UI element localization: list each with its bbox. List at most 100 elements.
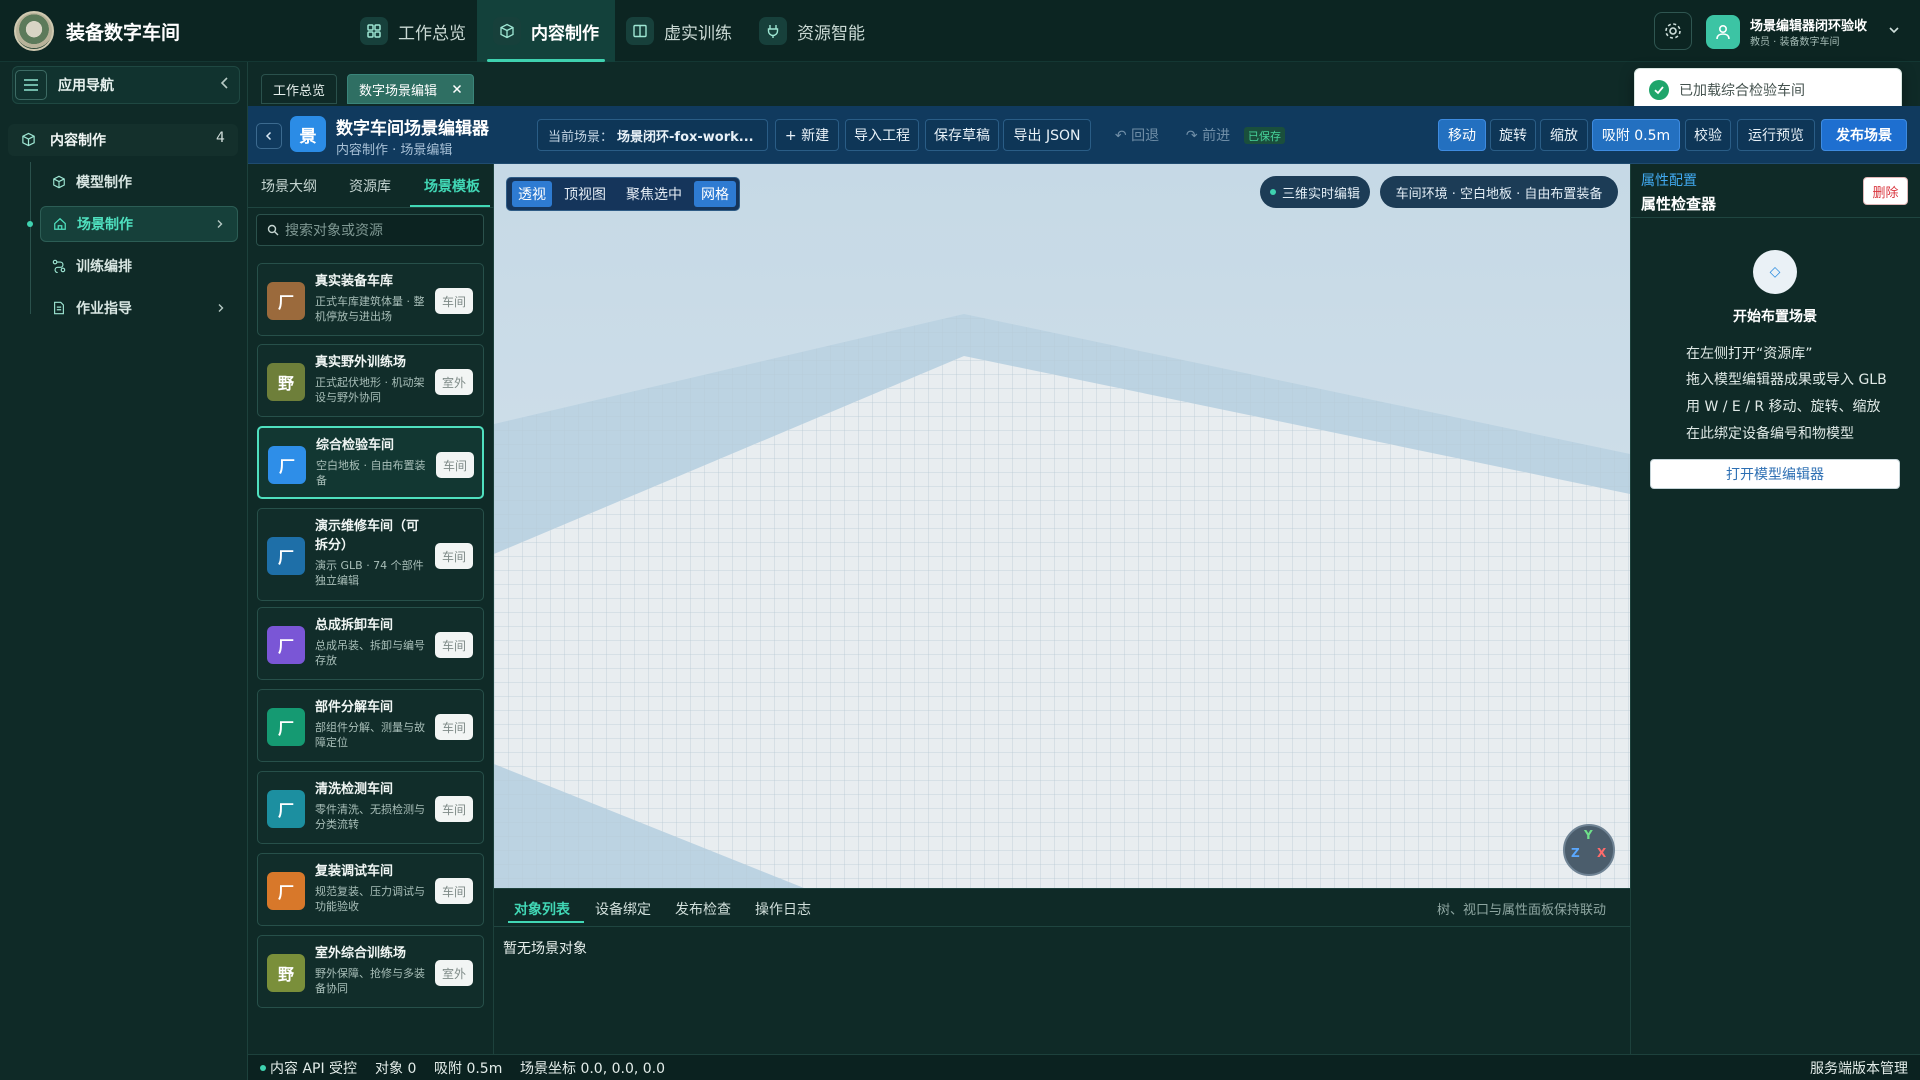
export-json-button[interactable]: 导出 JSON	[1003, 119, 1091, 151]
tab-scene-templates[interactable]: 场景模板	[424, 176, 480, 196]
chevron-right-icon	[216, 303, 226, 313]
sidebar-item-label: 训练编排	[76, 259, 132, 275]
perspective-view-button[interactable]: 透视	[512, 181, 552, 207]
axis-gizmo[interactable]: Y Z X	[1563, 824, 1615, 876]
scale-mode-button[interactable]: 缩放	[1540, 119, 1588, 151]
search-input[interactable]: 搜索对象或资源	[256, 214, 484, 246]
topnav-label: 工作总览	[398, 23, 466, 44]
template-badge-icon: 厂	[267, 282, 305, 320]
user-name[interactable]: 场景编辑器闭环验收	[1750, 15, 1867, 34]
instruction-step: 在左侧打开“资源库”	[1686, 346, 1813, 362]
run-preview-button[interactable]: 运行预览	[1737, 119, 1815, 151]
inspector-kicker: 属性配置	[1641, 173, 1697, 189]
cube-icon	[493, 17, 521, 45]
sidebar-item-label: 场景制作	[77, 217, 133, 233]
panel-hint: 树、视口与属性面板保持联动	[1437, 903, 1607, 918]
template-card[interactable]: 厂综合检验车间 空白地板 · 自由布置装备 车间	[257, 426, 484, 499]
template-card[interactable]: 厂总成拆卸车间 总成吊装、拆卸与编号存放 车间	[257, 607, 484, 680]
template-card[interactable]: 厂复装调试车间 规范复装、压力调试与功能验收 车间	[257, 853, 484, 926]
nav-group-count: 4	[216, 130, 225, 146]
template-card[interactable]: 厂真实装备车库 正式车库建筑体量 · 整机停放与进出场 车间	[257, 263, 484, 336]
version-management-link[interactable]: 服务端版本管理	[1810, 1058, 1908, 1078]
collapse-sidebar-button[interactable]	[218, 76, 232, 90]
instruction-step: 拖入模型编辑器成果或导入 GLB	[1686, 372, 1887, 388]
tab-asset-library[interactable]: 资源库	[349, 176, 391, 196]
axis-y-label: Y	[1584, 828, 1593, 842]
undo-button[interactable]: ↶ 回退	[1107, 119, 1167, 151]
3d-viewport[interactable]	[494, 164, 1630, 888]
save-draft-button[interactable]: 保存草稿	[925, 119, 999, 151]
template-type-tag: 室外	[435, 960, 473, 986]
topnav-label: 虚实训练	[664, 23, 732, 44]
live-edit-indicator: 三维实时编辑	[1260, 176, 1371, 208]
topnav-label: 内容制作	[531, 23, 599, 44]
template-description: 正式起伏地形 · 机动架设与野外协同	[315, 376, 425, 404]
topnav-resources[interactable]: 资源智能	[743, 0, 881, 62]
template-type-tag: 车间	[435, 288, 473, 314]
search-placeholder: 搜索对象或资源	[285, 223, 383, 239]
focus-selected-button[interactable]: 聚焦选中	[618, 181, 690, 207]
tab-overview[interactable]: 工作总览	[261, 74, 338, 104]
tab-outline[interactable]: 场景大纲	[261, 176, 317, 196]
tab-scene-editor[interactable]: 数字场景编辑	[347, 74, 475, 104]
template-badge-icon: 厂	[268, 446, 306, 484]
tab-label: 工作总览	[273, 83, 326, 99]
environment-badge: 车间环境 · 空白地板 · 自由布置装备	[1380, 176, 1618, 208]
template-badge-icon: 厂	[267, 537, 305, 575]
object-count: 对象 0	[375, 1061, 417, 1077]
open-model-editor-button[interactable]: 打开模型编辑器	[1650, 459, 1900, 489]
tab-operation-log[interactable]: 操作日志	[755, 899, 811, 919]
redo-button[interactable]: ↷ 前进	[1178, 119, 1238, 151]
tree-connector	[30, 162, 31, 314]
delete-button[interactable]: 删除	[1863, 177, 1908, 205]
active-indicator	[27, 221, 33, 227]
grid-toggle[interactable]: 网格	[694, 181, 736, 207]
topnav-overview[interactable]: 工作总览	[344, 0, 482, 62]
nav-group-content[interactable]	[8, 124, 238, 156]
template-type-tag: 车间	[435, 796, 473, 822]
sidebar-item-training[interactable]: 训练编排	[40, 248, 238, 284]
tab-device-binding[interactable]: 设备绑定	[595, 899, 651, 919]
topnav-content[interactable]: 内容制作	[477, 0, 615, 62]
cube-icon	[52, 175, 66, 189]
chevron-left-icon	[220, 77, 228, 89]
back-button[interactable]	[256, 123, 282, 149]
tab-publish-check[interactable]: 发布检查	[675, 899, 731, 919]
template-type-tag: 车间	[435, 714, 473, 740]
sidebar-item-label: 模型制作	[76, 175, 132, 191]
publish-scene-button[interactable]: 发布场景	[1821, 119, 1907, 151]
template-description: 演示 GLB · 74 个部件独立编辑	[315, 559, 424, 587]
move-mode-button[interactable]: 移动	[1438, 119, 1486, 151]
saved-status-badge: 已保存	[1244, 127, 1285, 144]
top-view-button[interactable]: 顶视图	[558, 181, 612, 207]
new-button[interactable]: + 新建	[775, 119, 839, 151]
scene-selector[interactable]: 当前场景： 场景闭环-fox-work...	[537, 119, 768, 151]
check-circle-icon	[1649, 80, 1669, 100]
live-label: 三维实时编辑	[1282, 186, 1361, 202]
close-icon[interactable]	[447, 79, 467, 99]
snap-toggle[interactable]: 吸附 0.5m	[1592, 119, 1680, 151]
user-avatar[interactable]	[1706, 15, 1740, 49]
cube-icon	[21, 132, 36, 147]
sidebar-item-scene[interactable]: 场景制作	[40, 206, 238, 242]
template-card[interactable]: 厂清洗检测车间 零件清洗、无损检测与分类流转 车间	[257, 771, 484, 844]
chevron-down-icon[interactable]	[1888, 24, 1900, 36]
menu-button[interactable]	[15, 70, 47, 100]
sidebar-item-model[interactable]: 模型制作	[40, 164, 238, 200]
divider	[1631, 217, 1920, 218]
template-card[interactable]: 厂部件分解车间 部组件分解、测量与故障定位 车间	[257, 689, 484, 762]
sidebar-item-guide[interactable]: 作业指导	[40, 290, 238, 326]
import-project-button[interactable]: 导入工程	[845, 119, 919, 151]
settings-button[interactable]	[1654, 12, 1692, 50]
app-navigation-title: 应用导航	[58, 78, 114, 94]
tab-object-list[interactable]: 对象列表	[514, 899, 570, 919]
validate-button[interactable]: 校验	[1685, 119, 1731, 151]
template-description: 正式车库建筑体量 · 整机停放与进出场	[315, 295, 425, 323]
template-card[interactable]: 野真实野外训练场 正式起伏地形 · 机动架设与野外协同 室外	[257, 344, 484, 417]
template-description: 零件清洗、无损检测与分类流转	[315, 803, 425, 831]
topnav-training[interactable]: 虚实训练	[610, 0, 748, 62]
rotate-mode-button[interactable]: 旋转	[1490, 119, 1536, 151]
template-card[interactable]: 野室外综合训练场 野外保障、抢修与多装备协同 室外	[257, 935, 484, 1008]
template-card[interactable]: 厂演示维修车间（可拆分） 演示 GLB · 74 个部件独立编辑 车间	[257, 508, 484, 601]
toast-text: 已加载综合检验车间	[1679, 83, 1805, 99]
